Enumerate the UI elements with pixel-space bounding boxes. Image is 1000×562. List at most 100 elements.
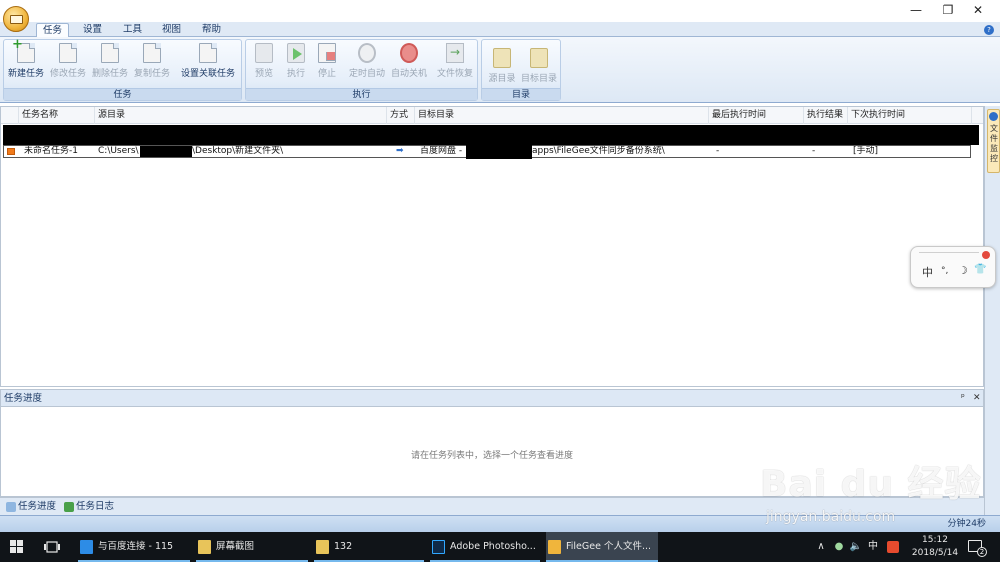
taskbar-app-label: Adobe Photosho...	[450, 541, 536, 552]
new-task-button[interactable]: 新建任务	[6, 37, 46, 87]
volume-tray-icon[interactable]: 🔈	[849, 532, 863, 562]
windows-icon	[10, 540, 23, 553]
status-text: 分钟24秒	[947, 519, 986, 529]
column-last-run[interactable]: 最后执行时间	[709, 107, 804, 124]
skin-icon[interactable]: 👕	[974, 264, 986, 275]
progress-empty-message: 请在任务列表中，选择一个任务查看进度	[410, 451, 573, 461]
close-icon[interactable]	[982, 251, 990, 259]
source-suffix-cell: \Desktop\新建文件夹\	[192, 146, 284, 156]
taskbar-app-photoshop[interactable]: Adobe Photosho...	[430, 532, 540, 562]
column-source[interactable]: 源目录	[95, 107, 387, 124]
tab-log[interactable]: 任务日志	[62, 500, 114, 514]
mode-arrow-icon: ➡	[396, 146, 404, 156]
clock[interactable]: 15:12 2018/5/14	[910, 534, 960, 560]
redacted-username	[140, 146, 192, 157]
link-settings-icon	[199, 43, 217, 63]
column-task-name[interactable]: 任务名称	[19, 107, 95, 124]
moon-icon[interactable]: ☽	[958, 264, 968, 277]
run-button[interactable]: 执行	[281, 43, 311, 93]
group-label-directory: 目录	[482, 88, 560, 100]
minimize-button[interactable]: —	[906, 2, 926, 18]
file-restore-button[interactable]: 文件恢复	[434, 43, 476, 87]
tab-task[interactable]: 任务	[36, 23, 70, 37]
copy-task-label: 复制任务	[133, 69, 170, 79]
delete-task-button[interactable]: 删除任务	[90, 43, 130, 87]
ime-mode-toggle[interactable]: 中	[922, 264, 933, 280]
tab-tools[interactable]: 工具	[117, 23, 148, 37]
link-task-button[interactable]: 设置关联任务	[178, 43, 238, 87]
next-run-cell: [手动]	[853, 146, 879, 156]
task-view-button[interactable]	[44, 532, 62, 562]
ribbon-group-execute: 预览 执行 停止 定时自动 自动关机 文件恢复 执行	[245, 39, 478, 101]
network-tray-icon[interactable]: ●	[832, 532, 846, 562]
taskbar-app-screenshots[interactable]: 屏幕截图	[196, 532, 308, 562]
file-monitor-label: 文件监控	[990, 124, 998, 163]
result-cell: -	[812, 146, 816, 156]
tab-view[interactable]: 视图	[156, 23, 187, 37]
delete-task-label: 删除任务	[91, 69, 128, 79]
task-list[interactable]: 任务名称 源目录 方式 目标目录 最后执行时间 执行结果 下次执行时间 未命名任…	[0, 106, 984, 387]
column-flag	[1, 107, 19, 124]
file-restore-label: 文件恢复	[436, 69, 473, 79]
restore-icon	[446, 43, 464, 63]
status-bar: 分钟24秒	[0, 515, 1000, 532]
progress-panel-header: 任务进度 ᵖ ✕	[1, 390, 983, 407]
target-dir-button[interactable]: 目标目录	[518, 43, 560, 87]
group-label-task: 任务	[4, 88, 241, 100]
redacted-account	[466, 145, 532, 159]
taskbar-app-baidu[interactable]: 与百度连接 - 115	[78, 532, 190, 562]
tab-log-label: 任务日志	[76, 501, 115, 512]
taskbar-app-label: 132	[334, 541, 353, 552]
preview-button[interactable]: 预览	[249, 43, 279, 87]
copy-task-button[interactable]: 复制任务	[132, 43, 172, 87]
table-row[interactable]: 未命名任务-1 C:\Users\ \Desktop\新建文件夹\ ➡ 百度网盘…	[3, 145, 971, 159]
progress-panel-title: 任务进度	[4, 393, 43, 404]
app-menu-button[interactable]	[3, 6, 29, 32]
taskbar: 与百度连接 - 115 屏幕截图 132 Adobe Photosho... F…	[0, 532, 1000, 562]
drag-handle[interactable]	[919, 252, 979, 255]
folder-icon	[530, 48, 548, 68]
side-dock: 文件监控	[984, 106, 1000, 521]
redacted-row	[3, 125, 979, 145]
info-icon	[989, 112, 998, 121]
help-icon[interactable]: ?	[984, 25, 994, 35]
new-document-icon	[12, 37, 35, 63]
start-button[interactable]	[10, 532, 26, 562]
column-next-run[interactable]: 下次执行时间	[848, 107, 972, 124]
schedule-button[interactable]: 定时自动	[346, 43, 388, 87]
tab-help[interactable]: 帮助	[196, 23, 227, 37]
file-monitor-tab[interactable]: 文件监控	[987, 109, 1000, 173]
tab-progress[interactable]: 任务进度	[4, 500, 56, 514]
auto-shutdown-button[interactable]: 自动关机	[388, 43, 430, 87]
group-label-execute: 执行	[246, 88, 477, 100]
edit-document-icon	[59, 43, 77, 63]
progress-icon	[6, 502, 16, 512]
tray-overflow-button[interactable]: ∧	[814, 532, 828, 562]
column-target[interactable]: 目标目录	[415, 107, 709, 124]
delete-document-icon	[101, 43, 119, 63]
preview-label: 预览	[254, 69, 273, 79]
source-prefix-cell: C:\Users\	[98, 146, 139, 156]
column-mode[interactable]: 方式	[387, 107, 415, 124]
auto-shutdown-label: 自动关机	[390, 69, 427, 79]
last-run-cell: -	[716, 146, 720, 156]
close-icon[interactable]: ✕	[973, 393, 981, 403]
preview-icon	[255, 43, 273, 63]
ime-tray-indicator[interactable]: 中	[866, 532, 880, 562]
edit-task-button[interactable]: 修改任务	[48, 43, 88, 87]
stop-button[interactable]: 停止	[312, 43, 342, 87]
folder-icon	[198, 540, 211, 554]
ime-toolbar[interactable]: 中 °, ☽ 👕	[910, 246, 996, 288]
taskbar-app-filegee[interactable]: FileGee 个人文件...	[546, 532, 658, 562]
taskbar-app-132[interactable]: 132	[314, 532, 424, 562]
pin-icon[interactable]: ᵖ	[961, 393, 965, 403]
close-button[interactable]: ✕	[968, 2, 988, 18]
maximize-button[interactable]: ❐	[938, 2, 958, 18]
task-list-header: 任务名称 源目录 方式 目标目录 最后执行时间 执行结果 下次执行时间	[1, 107, 983, 124]
source-dir-label: 源目录	[488, 74, 516, 84]
tab-settings[interactable]: 设置	[77, 23, 108, 37]
sogou-tray-icon[interactable]	[886, 532, 900, 562]
column-result[interactable]: 执行结果	[804, 107, 848, 124]
punctuation-icon[interactable]: °,	[941, 266, 948, 276]
source-dir-button[interactable]: 源目录	[484, 43, 520, 87]
